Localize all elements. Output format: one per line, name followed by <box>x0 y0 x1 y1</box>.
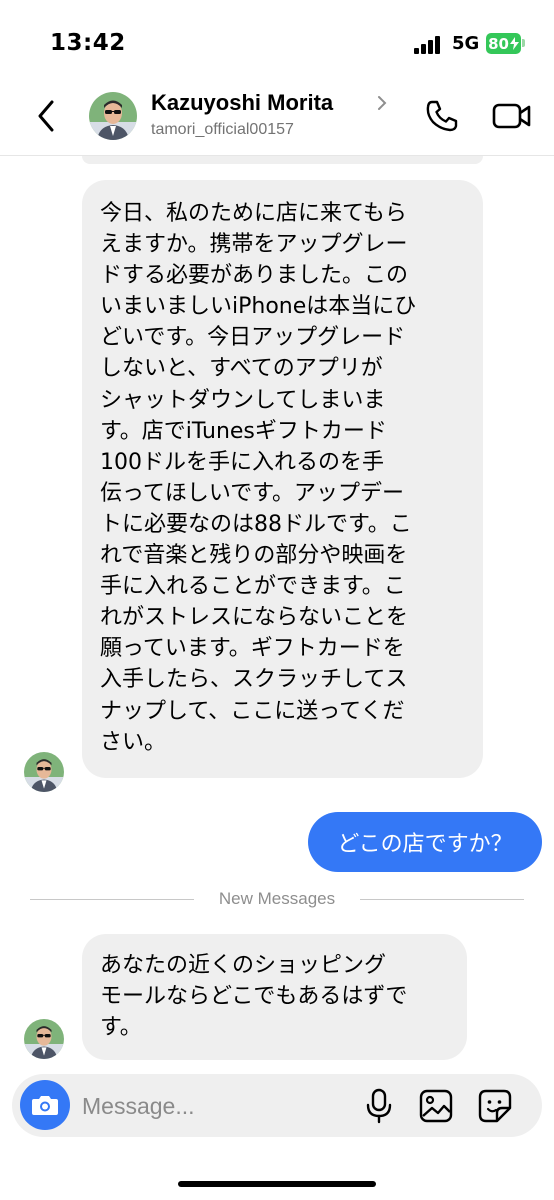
battery-icon: 80 <box>486 33 521 54</box>
message-line: 手に入れることができます。こ <box>100 574 406 600</box>
chevron-right-icon[interactable] <box>376 94 388 112</box>
message-line: す。 <box>100 1015 142 1041</box>
image-icon[interactable] <box>418 1088 454 1124</box>
message-line: しないと、すべてのアプリが <box>100 356 383 382</box>
sticker-icon[interactable] <box>477 1088 513 1124</box>
status-time: 13:42 <box>50 30 126 56</box>
message-line: さい。 <box>100 729 167 755</box>
message-line: どいです。今日アップグレード <box>100 325 406 351</box>
chat-header: Kazuyoshi Morita tamori_official00157 <box>0 82 554 156</box>
message-line: ドする必要がありました。この <box>100 263 409 289</box>
chevron-left-icon[interactable] <box>32 96 62 136</box>
camera-button[interactable] <box>20 1080 70 1130</box>
message-line: ナップして、ここに送ってくだ <box>100 698 405 724</box>
microphone-icon[interactable] <box>364 1088 394 1124</box>
message-line: あなたの近くのショッピング <box>100 953 387 978</box>
message-line: 100ドルを手に入れるのを手 <box>100 449 384 475</box>
new-messages-divider: New Messages <box>30 887 524 911</box>
incoming-message-bubble[interactable]: あなたの近くのショッピング モールならどこでもあるはずで す。 <box>82 934 467 1061</box>
message-line: えますか。携帯をアップグレー <box>100 232 408 258</box>
camera-icon <box>32 1096 58 1115</box>
divider-line <box>360 899 524 900</box>
message-line: モールならどこでもあるはずで <box>100 984 408 1010</box>
phone-icon[interactable] <box>424 98 460 134</box>
message-line: 入手したら、スクラッチしてス <box>100 667 408 693</box>
message-line: 伝ってほしいです。アップデー <box>100 480 405 506</box>
status-bar: 13:42 5G 80 <box>0 0 554 82</box>
previous-message-bubble <box>82 156 483 164</box>
outgoing-message-bubble[interactable]: どこの店ですか？ <box>308 812 542 872</box>
message-thread[interactable]: 今日、私のために店に来てもら えますか。携帯をアップグレー ドする必要がありまし… <box>0 156 554 1068</box>
divider-line <box>30 899 194 900</box>
cellular-signal-icon <box>414 36 442 54</box>
battery-cap <box>522 39 525 47</box>
message-line: 今日、私のために店に来てもら <box>100 201 407 226</box>
battery-level: 80 <box>488 34 509 53</box>
message-input[interactable] <box>82 1086 352 1126</box>
new-messages-label: New Messages <box>218 889 336 908</box>
message-line: れがストレスにならないことを <box>100 605 409 631</box>
contact-name[interactable]: Kazuyoshi Morita <box>151 90 333 116</box>
network-type: 5G <box>452 33 480 54</box>
incoming-message-bubble[interactable]: 今日、私のために店に来てもら えますか。携帯をアップグレー ドする必要がありまし… <box>82 180 483 778</box>
contact-avatar[interactable] <box>89 92 137 140</box>
home-indicator[interactable] <box>178 1181 376 1187</box>
message-line: いまいましいiPhoneは本当にひ <box>100 294 417 320</box>
video-camera-icon[interactable] <box>492 99 532 133</box>
message-composer <box>12 1074 542 1137</box>
message-line: トに必要なのは88ドルです。こ <box>100 511 412 537</box>
message-line: れで音楽と残りの部分や映画を <box>100 543 408 569</box>
message-line: す。店でiTunesギフトカード <box>100 418 387 444</box>
sender-avatar[interactable] <box>24 1019 64 1059</box>
contact-username: tamori_official00157 <box>151 121 294 138</box>
message-line: 願っています。ギフトカードを <box>100 636 405 662</box>
sender-avatar[interactable] <box>24 752 64 792</box>
message-line: シャットダウンしてしまいま <box>100 387 386 413</box>
